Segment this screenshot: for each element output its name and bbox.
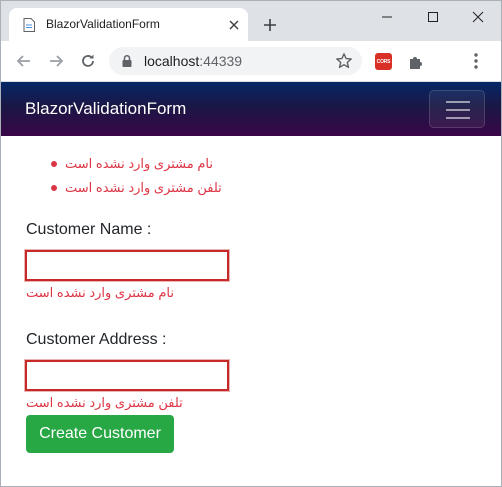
customer-address-error: تلفن مشتری وارد نشده است bbox=[26, 395, 183, 410]
url-host: localhost bbox=[144, 53, 200, 69]
page-icon bbox=[23, 18, 35, 32]
maximize-icon[interactable] bbox=[410, 1, 456, 33]
browser-window: BlazorValidationForm localhost:44339 COR… bbox=[0, 0, 502, 487]
url-port: :44339 bbox=[199, 53, 243, 69]
forward-arrow-icon[interactable] bbox=[46, 51, 66, 71]
customer-name-error: نام مشتری وارد نشده است bbox=[26, 285, 174, 300]
customer-address-label: Customer Address : bbox=[26, 331, 167, 348]
customer-name-label: Customer Name : bbox=[26, 221, 152, 238]
tab-title: BlazorValidationForm bbox=[46, 17, 160, 31]
customer-name-input[interactable] bbox=[24, 249, 230, 282]
validation-message: نام مشتری وارد نشده است bbox=[65, 156, 213, 171]
url-text: localhost:44339 bbox=[144, 53, 242, 69]
validation-summary-item: تلفن مشتری وارد نشده است bbox=[51, 179, 231, 199]
bullet-icon bbox=[51, 161, 57, 167]
reload-icon[interactable] bbox=[78, 51, 98, 71]
validation-message: تلفن مشتری وارد نشده است bbox=[65, 180, 222, 195]
browser-toolbar: localhost:44339 CORS bbox=[1, 41, 501, 82]
browser-tab[interactable]: BlazorValidationForm bbox=[9, 8, 248, 41]
new-tab-icon[interactable] bbox=[260, 15, 280, 35]
validation-summary-item: نام مشتری وارد نشده است bbox=[51, 155, 231, 175]
customer-address-input[interactable] bbox=[24, 359, 230, 392]
lock-icon bbox=[122, 54, 132, 67]
bookmark-star-icon[interactable] bbox=[335, 52, 353, 70]
app-navbar: BlazorValidationForm bbox=[1, 82, 501, 136]
back-arrow-icon[interactable] bbox=[14, 51, 34, 71]
close-tab-icon[interactable] bbox=[226, 17, 242, 33]
cors-extension-icon[interactable]: CORS bbox=[375, 53, 392, 70]
address-bar[interactable]: localhost:44339 bbox=[109, 47, 362, 75]
tab-strip: BlazorValidationForm bbox=[1, 1, 501, 41]
bullet-icon bbox=[51, 185, 57, 191]
create-customer-button[interactable]: Create Customer bbox=[26, 415, 174, 453]
close-window-icon[interactable] bbox=[455, 1, 501, 33]
minimize-icon[interactable] bbox=[364, 1, 410, 33]
more-menu-icon[interactable] bbox=[473, 52, 479, 70]
navbar-toggler-button[interactable] bbox=[429, 90, 485, 128]
extensions-puzzle-icon[interactable] bbox=[407, 53, 425, 71]
hamburger-icon bbox=[446, 117, 470, 119]
hamburger-icon bbox=[446, 101, 470, 103]
hamburger-icon bbox=[446, 109, 470, 111]
navbar-brand[interactable]: BlazorValidationForm bbox=[25, 99, 186, 119]
